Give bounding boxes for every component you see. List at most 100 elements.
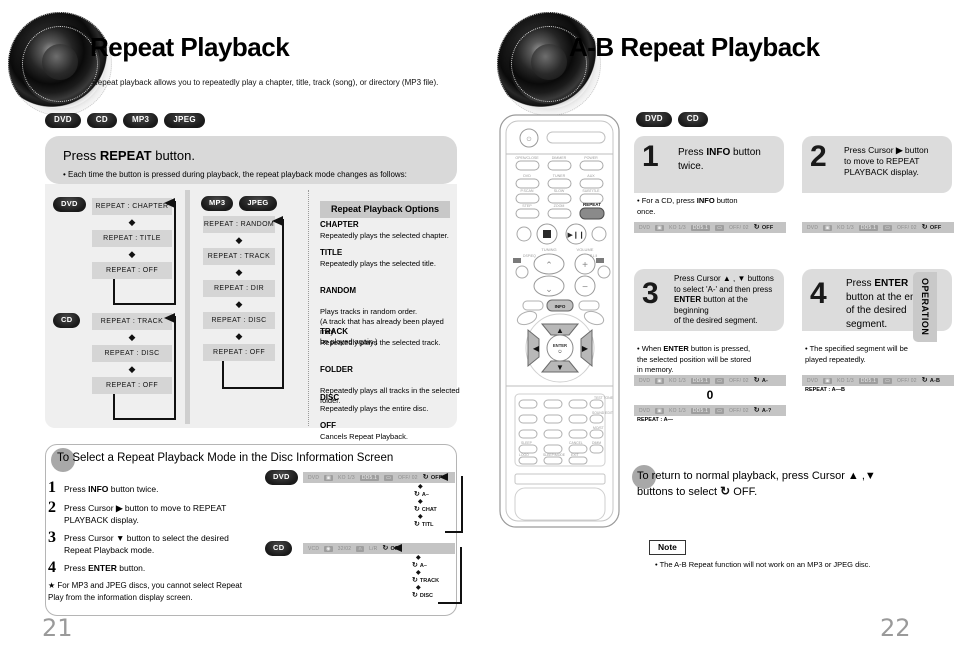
osd-field-disc: DVD (639, 224, 651, 231)
flow-arrow-icon: ◆ (128, 249, 136, 259)
repeat-icon: ↻ (412, 577, 418, 584)
panel-title-pre: Press (63, 148, 100, 163)
flow-badges-mp3-jpeg: MP3 JPEG (201, 196, 277, 211)
flow-cd-loop-up (174, 316, 176, 396)
osd-subtitle-icon: ▣ (823, 377, 833, 384)
option-term: RANDOM (320, 286, 356, 296)
osd-list-item: ↻ DISC (412, 592, 434, 599)
return-line-1: To return to normal playback, press Curs… (637, 470, 876, 482)
option-desc: Repeatedly plays the entire disc. (320, 403, 429, 413)
flow-mp3-arrowhead-icon (272, 216, 283, 226)
card-footnote: ★ For MP3 and JPEG discs, you cannot sel… (48, 581, 242, 602)
repeat-icon: ↻ (422, 474, 429, 481)
osd-audio-icon: DD5.1 (858, 377, 879, 384)
step4-pre: Press (64, 563, 89, 573)
svg-text:STEP: STEP (522, 204, 532, 208)
panel-title-bold: REPEAT (99, 148, 152, 163)
osd-repeat-selected: ↻OFF (921, 224, 942, 231)
osd-field-time: OFF/ 02 (729, 377, 749, 384)
osd-field-lang: KO 1/3 (338, 474, 355, 481)
osd-field-lang: KO 1/3 (669, 407, 686, 414)
disc-badge-jpeg: JPEG (164, 113, 205, 128)
option-desc: Repeatedly plays the selected track. (320, 337, 441, 347)
flow-cd-step-3: REPEAT : OFF (92, 377, 172, 394)
svg-text:⌃: ⌃ (545, 260, 553, 270)
osd-badge-cd: CD (265, 541, 293, 556)
flow-divider-2 (308, 190, 309, 426)
osd-bar-dvd: DVD ▣ KO 1/3 DD5.1 ▭ OFF/ 02 ↻ OFF (303, 472, 455, 483)
osd-field-time: OFF/ 02 (729, 224, 749, 231)
flow-mp3-step-1: REPEAT : RANDOM (203, 216, 275, 233)
speaker-logo-right (497, 12, 601, 116)
svg-text:SOUND EDIT: SOUND EDIT (592, 411, 613, 415)
disc-badge-dvd: DVD (45, 113, 81, 128)
flow-mp3-loop-up (282, 219, 284, 363)
svg-text:SLEEP/MODE: SLEEP/MODE (543, 453, 566, 457)
option-track: TRACK Repeatedly plays the selected trac… (320, 327, 458, 348)
osd-subtitle-icon: ▣ (655, 377, 665, 384)
option-title: TITLE Repeatedly plays the selected titl… (320, 248, 458, 269)
repeat-icon: ↻ (921, 224, 928, 231)
osd-field-lang: KO 1/3 (837, 224, 854, 231)
svg-text:DSP/EQ: DSP/EQ (523, 254, 536, 258)
step1-bold: INFO (88, 484, 109, 494)
osd-field-time: OFF/ 02 (729, 407, 749, 414)
osd-field-channel: L/R (369, 545, 378, 552)
svg-text:SUBTITLE: SUBTITLE (582, 189, 600, 193)
repeat-icon: ↻ (753, 224, 760, 231)
osd-list-item: ↻ TITL (414, 521, 434, 528)
card-title-lead: To (57, 452, 70, 464)
flow-dvd-loop-up (174, 201, 176, 281)
option-term: FOLDER (320, 365, 353, 375)
card-title: To Select a Repeat Playback Mode in the … (57, 452, 393, 464)
osd-bar-step-4: DVD ▣ KO 1/3 DD5.1 ▭ OFF/ 02 ↻ A-B (802, 375, 954, 386)
osd-track-icon: ◉ (324, 545, 333, 552)
card-step-text-3: Press Cursor ▼ button to select the desi… (64, 532, 274, 557)
osd-audio-icon: DD5.1 (690, 224, 711, 231)
note-text: • The A-B Repeat function will not work … (655, 560, 871, 569)
step4-bold: ENTER (88, 563, 117, 573)
osd-list-item: ↻ TRACK (412, 577, 440, 584)
repeat-icon: ↻ (414, 521, 420, 528)
flow-badge-dvd: DVD (53, 197, 86, 212)
osd-list-item: ↻ A– (412, 562, 427, 569)
option-term: CHAPTER (320, 220, 359, 229)
flow-dvd-arrowhead-icon (164, 198, 175, 208)
flow-cd-step-1: REPEAT : TRACK (92, 313, 172, 330)
osd-angle-icon: ▭ (715, 377, 724, 384)
card-step-text-4: Press ENTER button. (64, 562, 264, 574)
disc-badge-cd: CD (86, 113, 117, 128)
osd-angle-icon: ▭ (883, 377, 892, 384)
osd-field-time: OFF/ 02 (398, 474, 418, 481)
osd-field-disc: DVD (639, 377, 651, 384)
osd-bar-step-2: DVD ▣ KO 1/3 DD5.1 ▭ OFF/ 02 ↻ OFF (802, 222, 954, 233)
svg-text:TEST TONE: TEST TONE (594, 396, 614, 400)
flow-cd-step-2: REPEAT : DISC (92, 345, 172, 362)
osd-caption-step-4: REPEAT : A—B (805, 387, 846, 393)
step-number-1: 1 (642, 140, 659, 173)
flow-badge-mp3: MP3 (201, 196, 234, 211)
osd-repeat-selected: ↻ A- (753, 377, 769, 384)
disc-badge-mp3: MP3 (122, 113, 159, 128)
svg-text:▶❙❙: ▶❙❙ (567, 231, 584, 239)
osd-badge-dvd: DVD (265, 470, 298, 485)
osd-field-lang: KO 1/3 (669, 377, 686, 384)
flow-badge-cd: CD (53, 313, 81, 328)
flow-dvd-step-2: REPEAT : TITLE (92, 230, 172, 247)
osd-cd-loop (438, 547, 462, 604)
repeat-icon: ↻ (753, 377, 760, 384)
flow-badge-jpeg: JPEG (239, 196, 277, 211)
disc-badges-right: DVD CD (636, 112, 708, 127)
card-step-num-4: 4 (48, 559, 56, 576)
osd-field-disc: DVD (639, 407, 651, 414)
svg-text:EXIT: EXIT (571, 453, 579, 457)
option-chapter: CHAPTER Repeatedly plays the selected ch… (320, 220, 458, 241)
osd-subtitle-icon: ▣ (324, 474, 334, 481)
step-text-2: Press Cursor ▶ button to move to REPEAT … (844, 145, 929, 178)
page-left: Repeat Playback Repeat playback allows y… (0, 0, 477, 666)
card-step-num-2: 2 (48, 499, 56, 516)
flow-mp3-loop (222, 361, 284, 389)
osd-audio-icon: DD5.1 (690, 407, 711, 414)
speaker-cone (20, 24, 100, 104)
step-box-2: 2 Press Cursor ▶ button to move to REPEA… (802, 136, 952, 193)
